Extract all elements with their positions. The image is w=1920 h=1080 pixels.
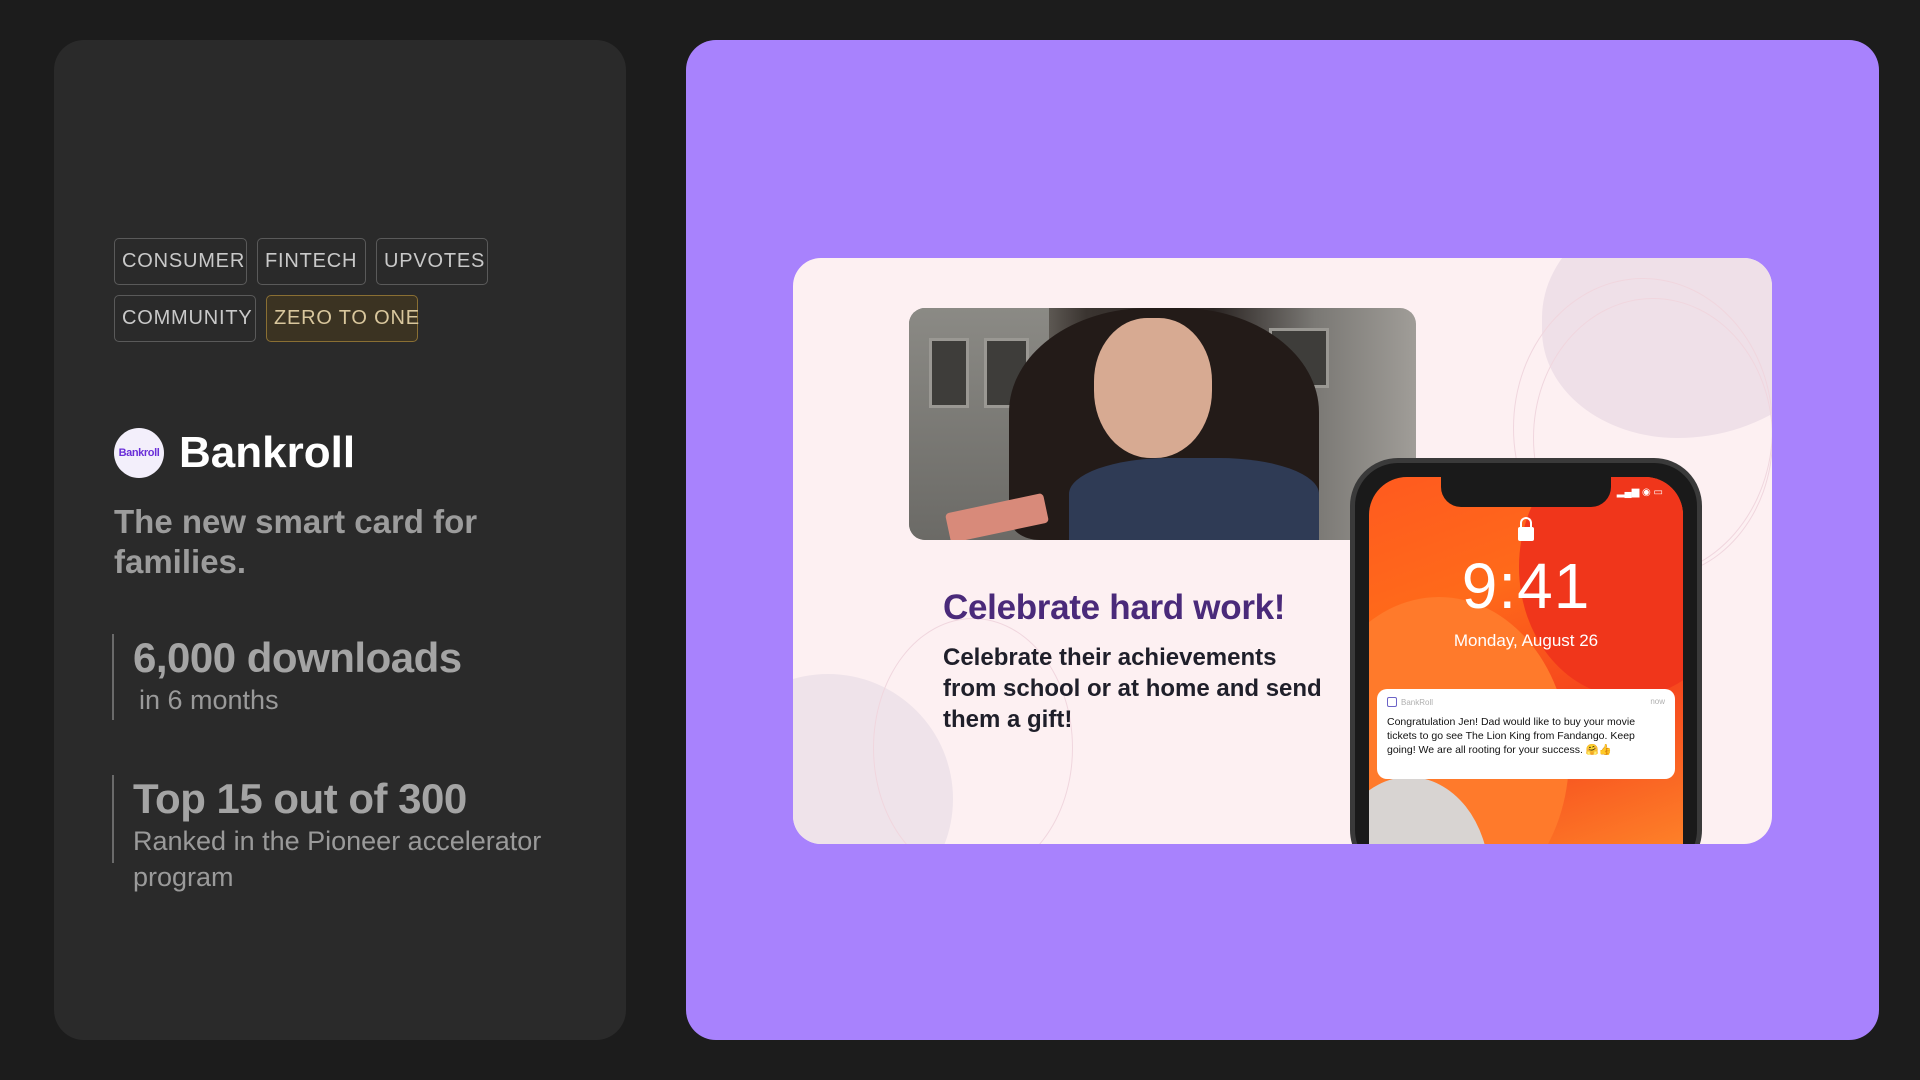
tag-upvotes[interactable]: UPVOTES xyxy=(376,238,488,285)
photo-detail xyxy=(929,338,969,408)
stat-ranking: Top 15 out of 300 Ranked in the Pioneer … xyxy=(112,775,626,892)
brand: Bankroll Bankroll xyxy=(114,428,355,478)
photo-subject-coat xyxy=(1069,458,1319,540)
phone-mockup: ▂▄▆ ◉ ▭ 9:41 Monday, August 26 BankRoll … xyxy=(1350,458,1702,844)
stat-headline: 6,000 downloads xyxy=(133,634,462,681)
stat-headline: Top 15 out of 300 xyxy=(133,775,467,822)
push-notification[interactable]: BankRoll now Congratulation Jen! Dad wou… xyxy=(1377,689,1675,779)
notification-app-name: BankRoll xyxy=(1401,697,1434,707)
lock-screen-date: Monday, August 26 xyxy=(1453,631,1599,650)
phone-lock-screen: ▂▄▆ ◉ ▭ 9:41 Monday, August 26 BankRoll … xyxy=(1369,477,1683,844)
app-icon xyxy=(1387,697,1397,707)
brand-name: Bankroll xyxy=(179,428,356,477)
photo-subject-face xyxy=(1094,318,1212,458)
brand-logo: Bankroll xyxy=(114,428,164,478)
brand-tagline: The new smart card for families. xyxy=(114,503,478,580)
tag-fintech[interactable]: FINTECH xyxy=(257,238,366,285)
stat-downloads: 6,000 downloads in 6 months xyxy=(112,634,462,720)
notification-header: BankRoll now xyxy=(1387,697,1665,707)
notification-time: now xyxy=(1650,697,1665,706)
tag-community[interactable]: COMMUNITY xyxy=(114,295,256,342)
tag-consumer[interactable]: CONSUMER xyxy=(114,238,247,285)
showcase-panel: Celebrate hard work! Celebrate their ach… xyxy=(686,40,1879,1040)
marketing-slide: Celebrate hard work! Celebrate their ach… xyxy=(793,258,1772,844)
brand-logo-text: Bankroll xyxy=(118,447,160,459)
stat-subtext: in 6 months xyxy=(139,685,279,715)
slide-body: Celebrate their achievements from school… xyxy=(943,644,1322,733)
slide-headline: Celebrate hard work! xyxy=(943,588,1286,627)
hero-photo xyxy=(909,308,1416,540)
tag-zero-to-one[interactable]: ZERO TO ONE xyxy=(266,295,419,342)
project-info-card: CONSUMER FINTECH UPVOTES COMMUNITY ZERO … xyxy=(54,40,626,1040)
signal-wifi-battery-icon: ▂▄▆ ◉ ▭ xyxy=(1616,487,1663,498)
lock-icon xyxy=(1518,517,1534,541)
notification-app: BankRoll xyxy=(1387,697,1433,707)
notification-text: Congratulation Jen! Dad would like to bu… xyxy=(1387,716,1636,756)
phone-notch xyxy=(1441,477,1611,507)
lock-screen-time: 9:41 xyxy=(1461,550,1591,622)
stat-subtext: Ranked in the Pioneer accelerator progra… xyxy=(133,826,542,892)
tag-list: CONSUMER FINTECH UPVOTES COMMUNITY ZERO … xyxy=(114,238,544,342)
